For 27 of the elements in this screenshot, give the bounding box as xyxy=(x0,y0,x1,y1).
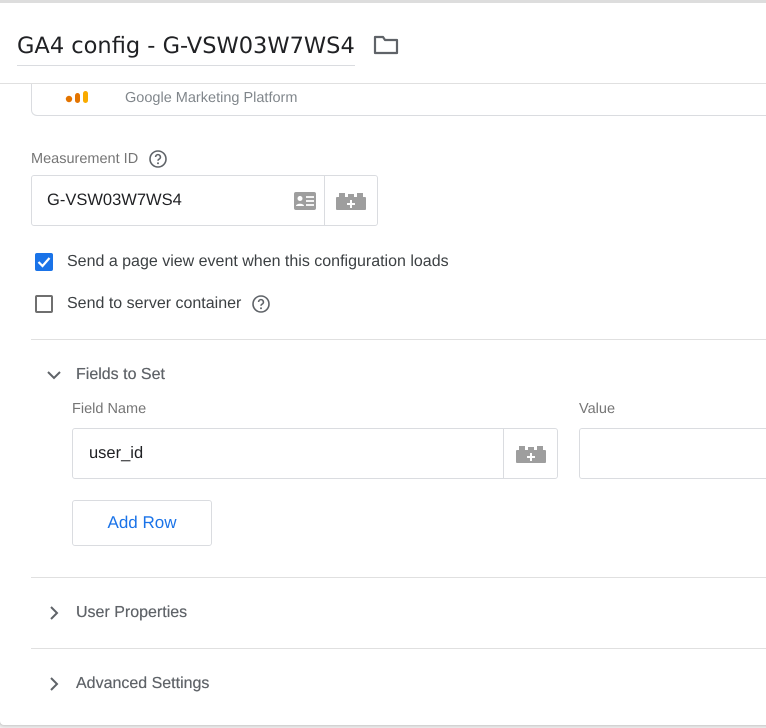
checkbox[interactable] xyxy=(35,253,53,271)
add-row-button[interactable]: Add Row xyxy=(72,500,212,546)
tag-type-subtitle: Google Marketing Platform xyxy=(125,90,298,106)
section-title[interactable]: Fields to Set xyxy=(76,366,165,384)
field-label: Measurement ID xyxy=(31,151,138,167)
folder-icon[interactable] xyxy=(372,35,399,55)
contact-card-icon[interactable] xyxy=(294,192,316,210)
checkbox-label: Send to server container xyxy=(67,295,242,313)
variable-icon[interactable] xyxy=(336,192,366,210)
column-label: Value xyxy=(579,401,616,419)
help-icon[interactable] xyxy=(251,294,272,314)
section-title[interactable]: User Properties xyxy=(76,604,188,622)
field-name-input[interactable]: user_id xyxy=(72,428,558,479)
measurement-id-input[interactable]: G-VSW03W7WS4 xyxy=(31,175,378,226)
column-label: Field Name xyxy=(72,401,148,419)
checkbox-label: Send a page view event when this configuration loads xyxy=(67,253,449,271)
section-title[interactable]: Advanced Settings xyxy=(76,675,210,693)
variable-icon[interactable] xyxy=(516,444,546,462)
tag-title-field[interactable]: GA4 config - G-VSW03W7WS4 xyxy=(17,28,355,66)
logo-icon xyxy=(65,90,91,104)
chevron-right-icon[interactable] xyxy=(48,606,58,620)
value-input[interactable] xyxy=(579,428,766,479)
chevron-down-icon[interactable] xyxy=(46,370,60,380)
chevron-right-icon[interactable] xyxy=(48,677,58,691)
help-icon[interactable] xyxy=(148,149,168,169)
checkbox[interactable] xyxy=(35,295,53,313)
tag-type-box[interactable]: Google Marketing Platform xyxy=(31,84,766,116)
